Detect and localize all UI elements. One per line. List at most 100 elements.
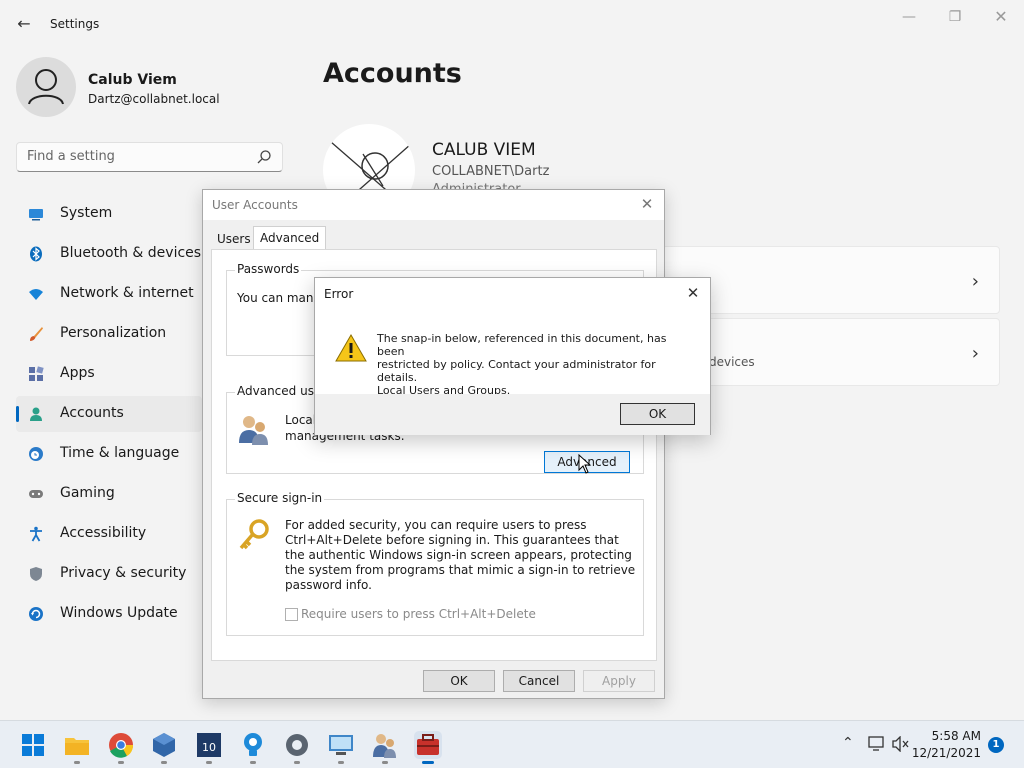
search-icon [257,150,271,164]
selected-indicator [16,406,19,422]
brush-icon [30,327,43,341]
sidebar-item-windows-update[interactable]: Windows Update [16,596,202,632]
tab-advanced[interactable]: Advanced [253,226,327,250]
chevron-right-icon: › [971,271,979,292]
checkbox-label: Require users to press Ctrl+Alt+Delete [301,607,536,621]
page-title: Accounts [323,58,462,89]
sidebar-item-privacy[interactable]: Privacy & security [16,556,202,592]
require-ctrl-alt-del-checkbox[interactable] [285,608,298,621]
monitor-icon [29,209,43,221]
users-group-icon [239,416,268,445]
settings-card-1[interactable]: › [662,246,1000,314]
person-avatar-icon [28,69,64,105]
sidebar-item-label: Windows Update [60,605,178,621]
network-wired-icon[interactable] [868,736,886,752]
sidebar-item-time-language[interactable]: Time & language [16,436,202,472]
account-domain: COLLABNET\Dartz [432,164,550,179]
secure-signin-text: For added security, you can require user… [285,518,636,592]
running-indicator [250,761,256,764]
svg-text:10: 10 [202,741,216,754]
window-title: Settings [50,17,100,31]
avatar[interactable] [16,57,76,117]
minimize-icon[interactable]: — [897,8,921,26]
sidebar-item-network[interactable]: Network & internet [16,276,202,312]
clock-time[interactable]: 5:58 AM [932,729,981,743]
settings-card-2[interactable]: devices › [662,318,1000,386]
account-name: CALUB VIEM [432,140,536,160]
sidebar-item-bluetooth[interactable]: Bluetooth & devices [16,236,202,272]
wifi-icon [29,289,43,300]
sidebar-item-personalization[interactable]: Personalization [16,316,202,352]
back-arrow-icon[interactable]: ← [14,14,34,34]
user-email: Dartz@collabnet.local [88,92,220,106]
tab-users[interactable]: Users [211,228,257,250]
user-accounts-dialog: User Accounts ✕ Users Advanced Passwords… [202,189,665,699]
apply-button[interactable]: Apply [583,670,655,692]
warning-icon [335,334,367,362]
sidebar-item-accounts[interactable]: Accounts [16,396,202,432]
update-icon [29,607,43,621]
mouse-cursor-icon [578,454,592,474]
bluetooth-icon [30,246,42,262]
notification-badge[interactable]: 1 [988,737,1004,753]
error-ok-button[interactable]: OK [620,403,695,425]
error-dialog: Error ✕ The snap-in below, referenced in… [314,277,711,435]
running-indicator [294,761,300,764]
person-icon [30,407,42,421]
sidebar-item-accessibility[interactable]: Accessibility [16,516,202,552]
sidebar-item-label: Accounts [60,405,124,421]
close-icon[interactable]: ✕ [638,195,656,213]
card-description: devices [709,355,755,369]
group-legend: Secure sign-in [235,491,325,505]
gamepad-icon [29,490,43,498]
active-indicator [422,761,434,764]
secure-signin-group: Secure sign-in For added security, you c… [226,491,644,636]
volume-muted-icon[interactable] [892,736,910,752]
cpu-z-icon[interactable]: 10 [195,731,223,759]
settings-gear-icon[interactable] [283,731,311,759]
user-name: Calub Viem [88,72,177,88]
sidebar-item-system[interactable]: System [16,196,202,232]
chrome-icon[interactable] [107,731,135,759]
running-indicator [118,761,124,764]
sidebar-item-apps[interactable]: Apps [16,356,202,392]
advanced-user-text-1: Local [285,413,317,427]
sidebar-item-label: System [60,205,113,221]
search-placeholder: Find a setting [27,149,115,164]
restore-icon[interactable]: ❐ [943,8,967,26]
sidebar-item-gaming[interactable]: Gaming [16,476,202,512]
error-dialog-title: Error [324,287,354,301]
start-icon[interactable] [19,731,47,759]
virtualbox-icon[interactable] [150,731,178,759]
sidebar-item-label: Personalization [60,325,167,341]
cancel-button[interactable]: Cancel [503,670,575,692]
error-message: The snap-in below, referenced in this do… [377,332,695,397]
sidebar-item-label: Gaming [60,485,115,501]
dialog-title: User Accounts [212,198,298,212]
close-icon[interactable]: ✕ [684,284,702,302]
sidebar-item-label: Accessibility [60,525,147,541]
clock-date[interactable]: 12/21/2021 [912,746,981,760]
error-message-line: restricted by policy. Contact your admin… [377,358,656,384]
toolbox-icon[interactable] [414,731,442,759]
search-input[interactable]: Find a setting [16,142,283,172]
dialog-titlebar: User Accounts ✕ [203,190,664,220]
running-indicator [161,761,167,764]
remote-desktop-icon[interactable] [327,731,355,759]
error-dialog-footer: OK [315,394,710,435]
close-icon[interactable]: ✕ [989,8,1013,26]
ok-button[interactable]: OK [423,670,495,692]
chevron-up-icon[interactable]: ⌃ [842,735,854,751]
running-indicator [338,761,344,764]
running-indicator [382,761,388,764]
group-legend: Passwords [235,262,302,276]
apps-icon [29,366,44,381]
error-message-line: The snap-in below, referenced in this do… [377,332,667,358]
user-accounts-icon[interactable] [371,731,399,759]
lightbulb-icon[interactable] [239,731,267,759]
running-indicator [206,761,212,764]
file-explorer-icon[interactable] [63,731,91,759]
sidebar-item-label: Privacy & security [60,565,187,581]
accessibility-icon [30,526,42,542]
key-icon [239,519,269,550]
